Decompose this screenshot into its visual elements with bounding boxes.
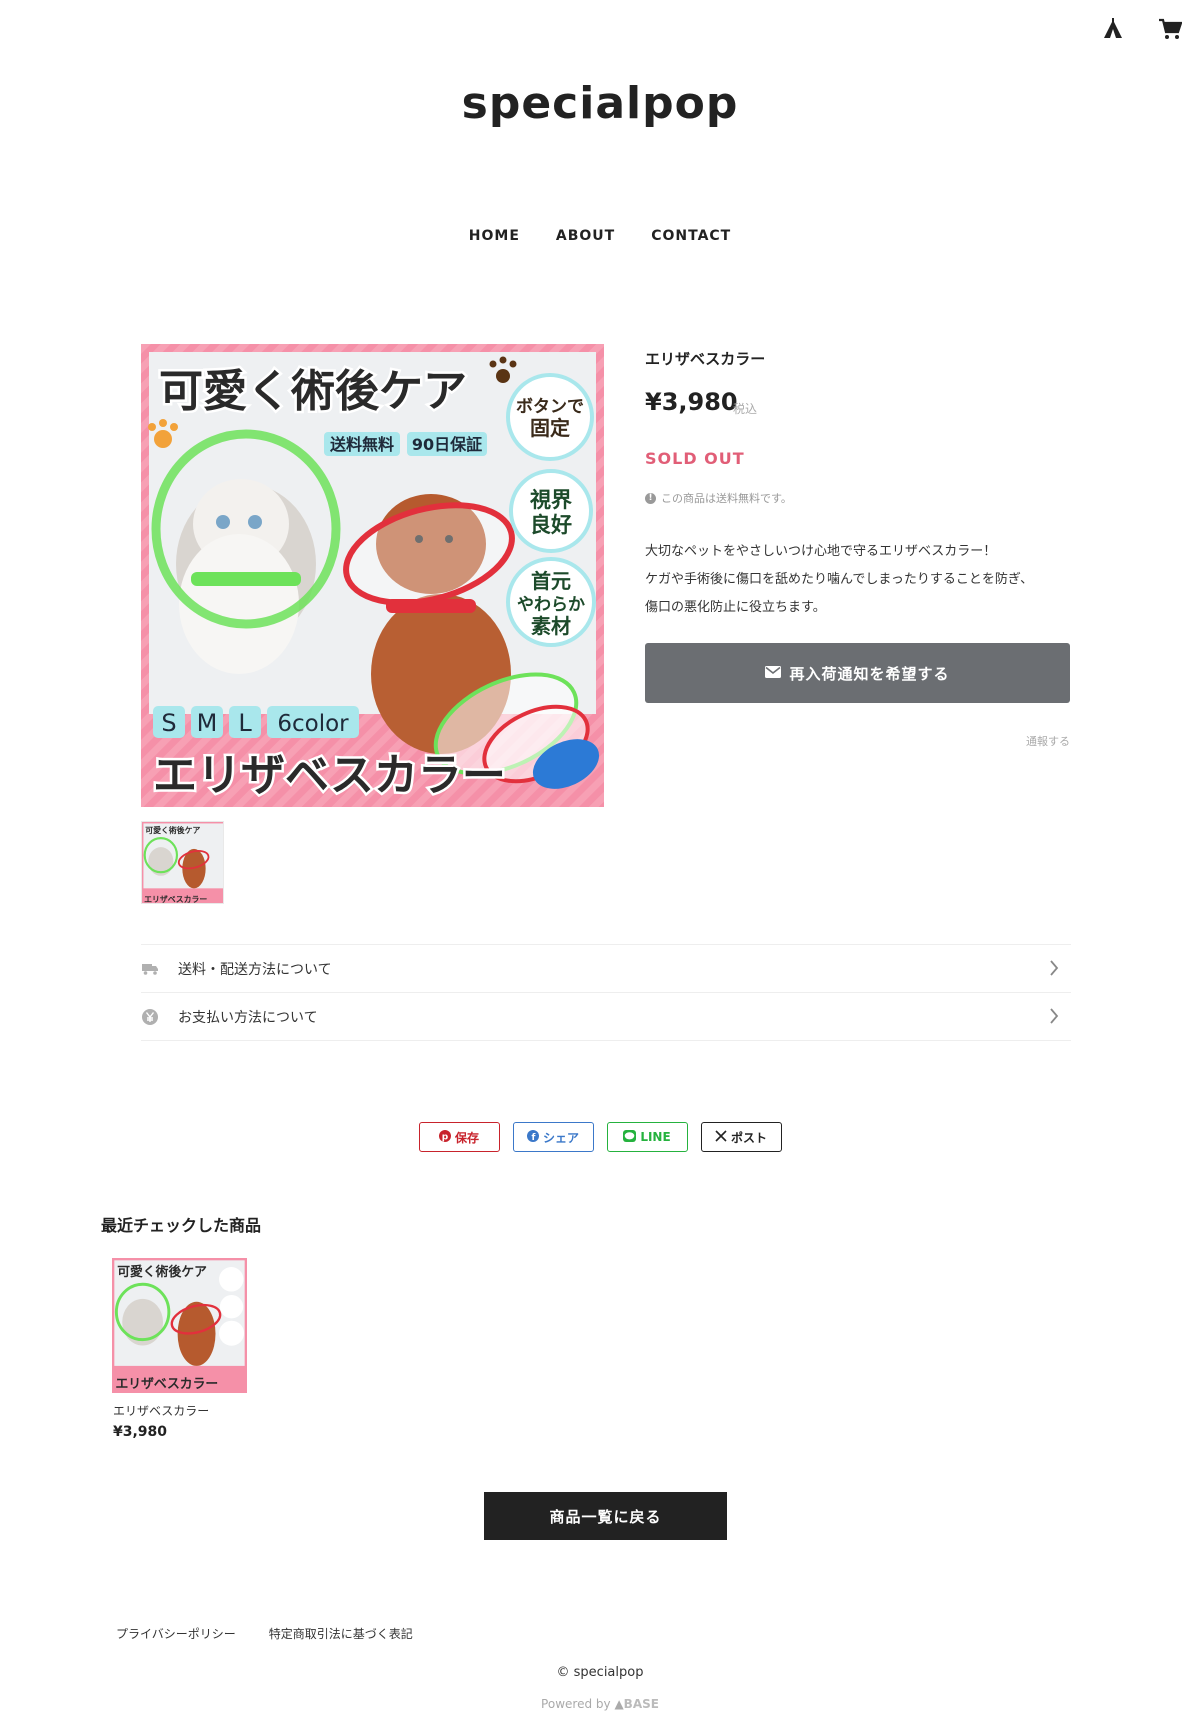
mail-icon xyxy=(765,664,782,682)
product-title: エリザベスカラー xyxy=(645,350,766,368)
svg-text:送料無料: 送料無料 xyxy=(329,435,394,454)
share-label: ポスト xyxy=(730,1130,767,1145)
report-link[interactable]: 通報する xyxy=(1026,733,1070,749)
svg-text:可愛く術後ケア: 可愛く術後ケア xyxy=(145,825,200,835)
svg-text:S: S xyxy=(161,709,176,737)
description-line: 傷口の悪化防止に役立ちます。 xyxy=(645,600,826,615)
svg-text:f: f xyxy=(532,1133,536,1142)
svg-text:素材: 素材 xyxy=(531,614,571,638)
share-label: シェア xyxy=(542,1130,579,1145)
svg-text:エリザベスカラー: エリザベスカラー xyxy=(115,1377,218,1392)
shipping-note: ! この商品は送料無料です。 xyxy=(645,490,792,506)
info-icon: ! xyxy=(645,492,656,504)
nav-contact[interactable]: CONTACT xyxy=(651,228,731,244)
footer-links: プライバシーポリシー 特定商取引法に基づく表記 xyxy=(116,1625,413,1642)
x-icon xyxy=(715,1129,727,1145)
privacy-policy-link[interactable]: プライバシーポリシー xyxy=(116,1625,236,1642)
accordion-label: 送料・配送方法について xyxy=(178,961,332,978)
image-headline: 可愛く術後ケア xyxy=(159,366,467,417)
pinterest-icon: p xyxy=(438,1129,451,1145)
copyright: © specialpop xyxy=(556,1665,644,1680)
svg-text:エリザベスカラー: エリザベスカラー xyxy=(153,750,506,801)
recent-item-name[interactable]: エリザベスカラー xyxy=(113,1402,209,1419)
svg-text:エリザベスカラー: エリザベスカラー xyxy=(144,895,207,904)
accordion-payment[interactable]: お支払い方法について xyxy=(141,992,1071,1040)
share-buttons: p 保存 f シェア LINE ポスト xyxy=(0,1122,1200,1152)
shop-logo[interactable]: specialpop xyxy=(0,78,1200,129)
svg-text:L: L xyxy=(238,709,252,737)
base-brand: BASE xyxy=(623,1697,659,1711)
main-nav: HOME ABOUT CONTACT xyxy=(0,228,1200,244)
facebook-share-button[interactable]: f シェア xyxy=(512,1122,594,1152)
line-icon xyxy=(623,1129,637,1145)
product-thumbnail[interactable]: 可愛く術後ケア エリザベスカラー xyxy=(141,821,224,904)
x-post-button[interactable]: ポスト xyxy=(700,1122,782,1152)
tax-label: 税込 xyxy=(733,402,758,416)
restock-notify-button[interactable]: 再入荷通知を希望する xyxy=(645,643,1070,703)
accordion-divider xyxy=(141,1040,1071,1041)
yen-icon xyxy=(141,1008,159,1026)
product-main-image[interactable]: 可愛く術後ケア 送料無料 90日保証 ボタンで 固定 視界 良好 首元 やわらか… xyxy=(141,344,604,807)
share-label: 保存 xyxy=(454,1130,479,1145)
svg-text:M: M xyxy=(197,709,218,737)
facebook-icon: f xyxy=(526,1129,539,1145)
pinterest-save-button[interactable]: p 保存 xyxy=(418,1122,500,1152)
svg-text:固定: 固定 xyxy=(530,416,570,440)
recent-heading: 最近チェックした商品 xyxy=(101,1216,262,1235)
svg-text:やわらか: やわらか xyxy=(517,595,585,615)
chevron-right-icon xyxy=(1049,960,1059,980)
svg-text:良好: 良好 xyxy=(530,513,572,537)
description-line: 大切なペットをやさしいつけ心地で守るエリザベスカラー！ xyxy=(645,544,997,559)
svg-text:p: p xyxy=(442,1132,449,1142)
description-line: ケガや手術後に傷口を舐めたり噛んでしまったりすることを防ぎ、 xyxy=(645,572,1034,587)
accordion-label: お支払い方法について xyxy=(178,1009,318,1026)
truck-icon xyxy=(141,960,159,978)
base-logo-icon: ▲ xyxy=(614,1697,624,1711)
svg-text:6color: 6color xyxy=(277,711,349,737)
share-label: LINE xyxy=(640,1130,671,1144)
powered-by-text: Powered by xyxy=(541,1697,611,1711)
recent-item-image[interactable]: 可愛く術後ケア エリザベスカラー xyxy=(112,1258,247,1393)
product-description: 大切なペットをやさしいつけ心地で守るエリザベスカラー！ ケガや手術後に傷口を舐め… xyxy=(645,538,1085,622)
product-price: ¥3,980 xyxy=(645,388,738,416)
recent-item-price: ¥3,980 xyxy=(113,1424,168,1440)
svg-text:可愛く術後ケア: 可愛く術後ケア xyxy=(117,1264,207,1280)
nav-about[interactable]: ABOUT xyxy=(556,228,615,244)
svg-text:90日保証: 90日保証 xyxy=(412,435,482,454)
cart-icon[interactable] xyxy=(1158,18,1182,40)
chevron-right-icon xyxy=(1049,1008,1059,1028)
line-share-button[interactable]: LINE xyxy=(606,1122,688,1152)
svg-text:ボタンで: ボタンで xyxy=(516,397,584,417)
accordion-shipping[interactable]: 送料・配送方法について xyxy=(141,944,1071,992)
back-to-list-button[interactable]: 商品一覧に戻る xyxy=(484,1492,727,1540)
shipping-note-text: この商品は送料無料です。 xyxy=(661,492,792,505)
restock-label: 再入荷通知を希望する xyxy=(789,664,950,683)
svg-text:首元: 首元 xyxy=(531,569,571,593)
powered-by[interactable]: Powered by ▲BASE xyxy=(0,1697,1200,1711)
svg-text:視界: 視界 xyxy=(529,488,572,512)
sold-out-status: SOLD OUT xyxy=(645,449,745,468)
tent-icon[interactable] xyxy=(1102,18,1124,40)
nav-home[interactable]: HOME xyxy=(469,228,520,244)
legal-notice-link[interactable]: 特定商取引法に基づく表記 xyxy=(269,1625,413,1642)
header-icons xyxy=(1102,18,1182,40)
